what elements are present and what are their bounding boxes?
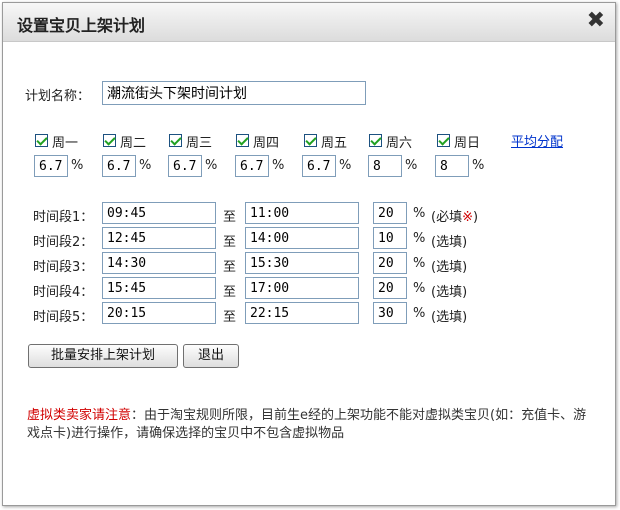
slot-percent-input[interactable] [373, 277, 407, 299]
day-percent-input-sat[interactable] [368, 155, 402, 177]
day-checkbox-wed[interactable] [169, 134, 182, 147]
slot-start-input[interactable] [102, 302, 216, 324]
day-percent-input-tue[interactable] [102, 155, 136, 177]
day-checkbox-thu[interactable] [236, 134, 249, 147]
batch-schedule-button[interactable]: 批量安排上架计划 [28, 344, 178, 368]
day-label-fri: 周五 [321, 136, 348, 151]
slot-start-input[interactable] [102, 252, 216, 274]
slot-start-input[interactable] [102, 202, 216, 224]
percent-sign: % [139, 158, 152, 173]
day-label-mon: 周一 [52, 136, 79, 151]
day-percent-input-thu[interactable] [235, 155, 269, 177]
slot-label: 时间段1： [33, 210, 94, 225]
required-note: (必填※) [431, 210, 479, 225]
percent-sign: % [413, 231, 426, 246]
close-icon[interactable]: ✖ [587, 9, 605, 33]
percent-sign: % [413, 206, 426, 221]
schedule-dialog: 设置宝贝上架计划 ✖ 计划名称： 周一 周二 周三 周四 周五 周六 周日 平均… [2, 2, 616, 506]
optional-note: (选填) [431, 260, 468, 275]
day-label-tue: 周二 [120, 136, 147, 151]
percent-sign: % [339, 158, 352, 173]
slot-label: 时间段2： [33, 235, 94, 250]
slot-label: 时间段5： [33, 310, 94, 325]
to-label: 至 [223, 210, 237, 225]
slot-percent-input[interactable] [373, 227, 407, 249]
percent-sign: % [472, 158, 485, 173]
percent-sign: % [205, 158, 218, 173]
virtual-goods-notice: 虚拟类卖家请注意：由于淘宝规则所限，目前生e经的上架功能不能对虚拟类宝贝(如：充… [27, 407, 593, 443]
day-checkbox-sat[interactable] [369, 134, 382, 147]
slot-start-input[interactable] [102, 227, 216, 249]
slot-end-input[interactable] [245, 227, 359, 249]
percent-sign: % [272, 158, 285, 173]
slot-start-input[interactable] [102, 277, 216, 299]
day-percent-input-fri[interactable] [302, 155, 336, 177]
slot-end-input[interactable] [245, 302, 359, 324]
to-label: 至 [223, 285, 237, 300]
required-mark: ※ [462, 210, 473, 225]
to-label: 至 [223, 260, 237, 275]
to-label: 至 [223, 235, 237, 250]
percent-sign: % [71, 158, 84, 173]
dialog-titlebar: 设置宝贝上架计划 ✖ [3, 3, 615, 42]
day-label-sat: 周六 [386, 136, 413, 151]
dialog-title: 设置宝贝上架计划 [17, 16, 146, 35]
to-label: 至 [223, 310, 237, 325]
percent-sign: % [413, 306, 426, 321]
day-label-wed: 周三 [186, 136, 213, 151]
plan-name-input[interactable] [102, 81, 366, 105]
day-label-thu: 周四 [253, 136, 280, 151]
optional-note: (选填) [431, 310, 468, 325]
slot-end-input[interactable] [245, 252, 359, 274]
day-checkbox-tue[interactable] [103, 134, 116, 147]
percent-sign: % [405, 158, 418, 173]
day-checkbox-mon[interactable] [35, 134, 48, 147]
optional-note: (选填) [431, 235, 468, 250]
slot-label: 时间段3： [33, 260, 94, 275]
day-label-sun: 周日 [454, 136, 481, 151]
exit-button[interactable]: 退出 [183, 344, 239, 368]
day-percent-input-wed[interactable] [168, 155, 202, 177]
average-distribute-link[interactable]: 平均分配 [511, 131, 563, 150]
notice-warning: 虚拟类卖家请注意 [27, 408, 132, 423]
day-percent-input-mon[interactable] [34, 155, 68, 177]
slot-percent-input[interactable] [373, 302, 407, 324]
day-percent-input-sun[interactable] [435, 155, 469, 177]
percent-sign: % [413, 281, 426, 296]
day-checkbox-fri[interactable] [304, 134, 317, 147]
slot-percent-input[interactable] [373, 252, 407, 274]
slot-label: 时间段4： [33, 285, 94, 300]
slot-percent-input[interactable] [373, 202, 407, 224]
percent-sign: % [413, 256, 426, 271]
slot-end-input[interactable] [245, 277, 359, 299]
day-checkbox-sun[interactable] [437, 134, 450, 147]
plan-name-label: 计划名称： [25, 89, 91, 104]
slot-end-input[interactable] [245, 202, 359, 224]
optional-note: (选填) [431, 285, 468, 300]
